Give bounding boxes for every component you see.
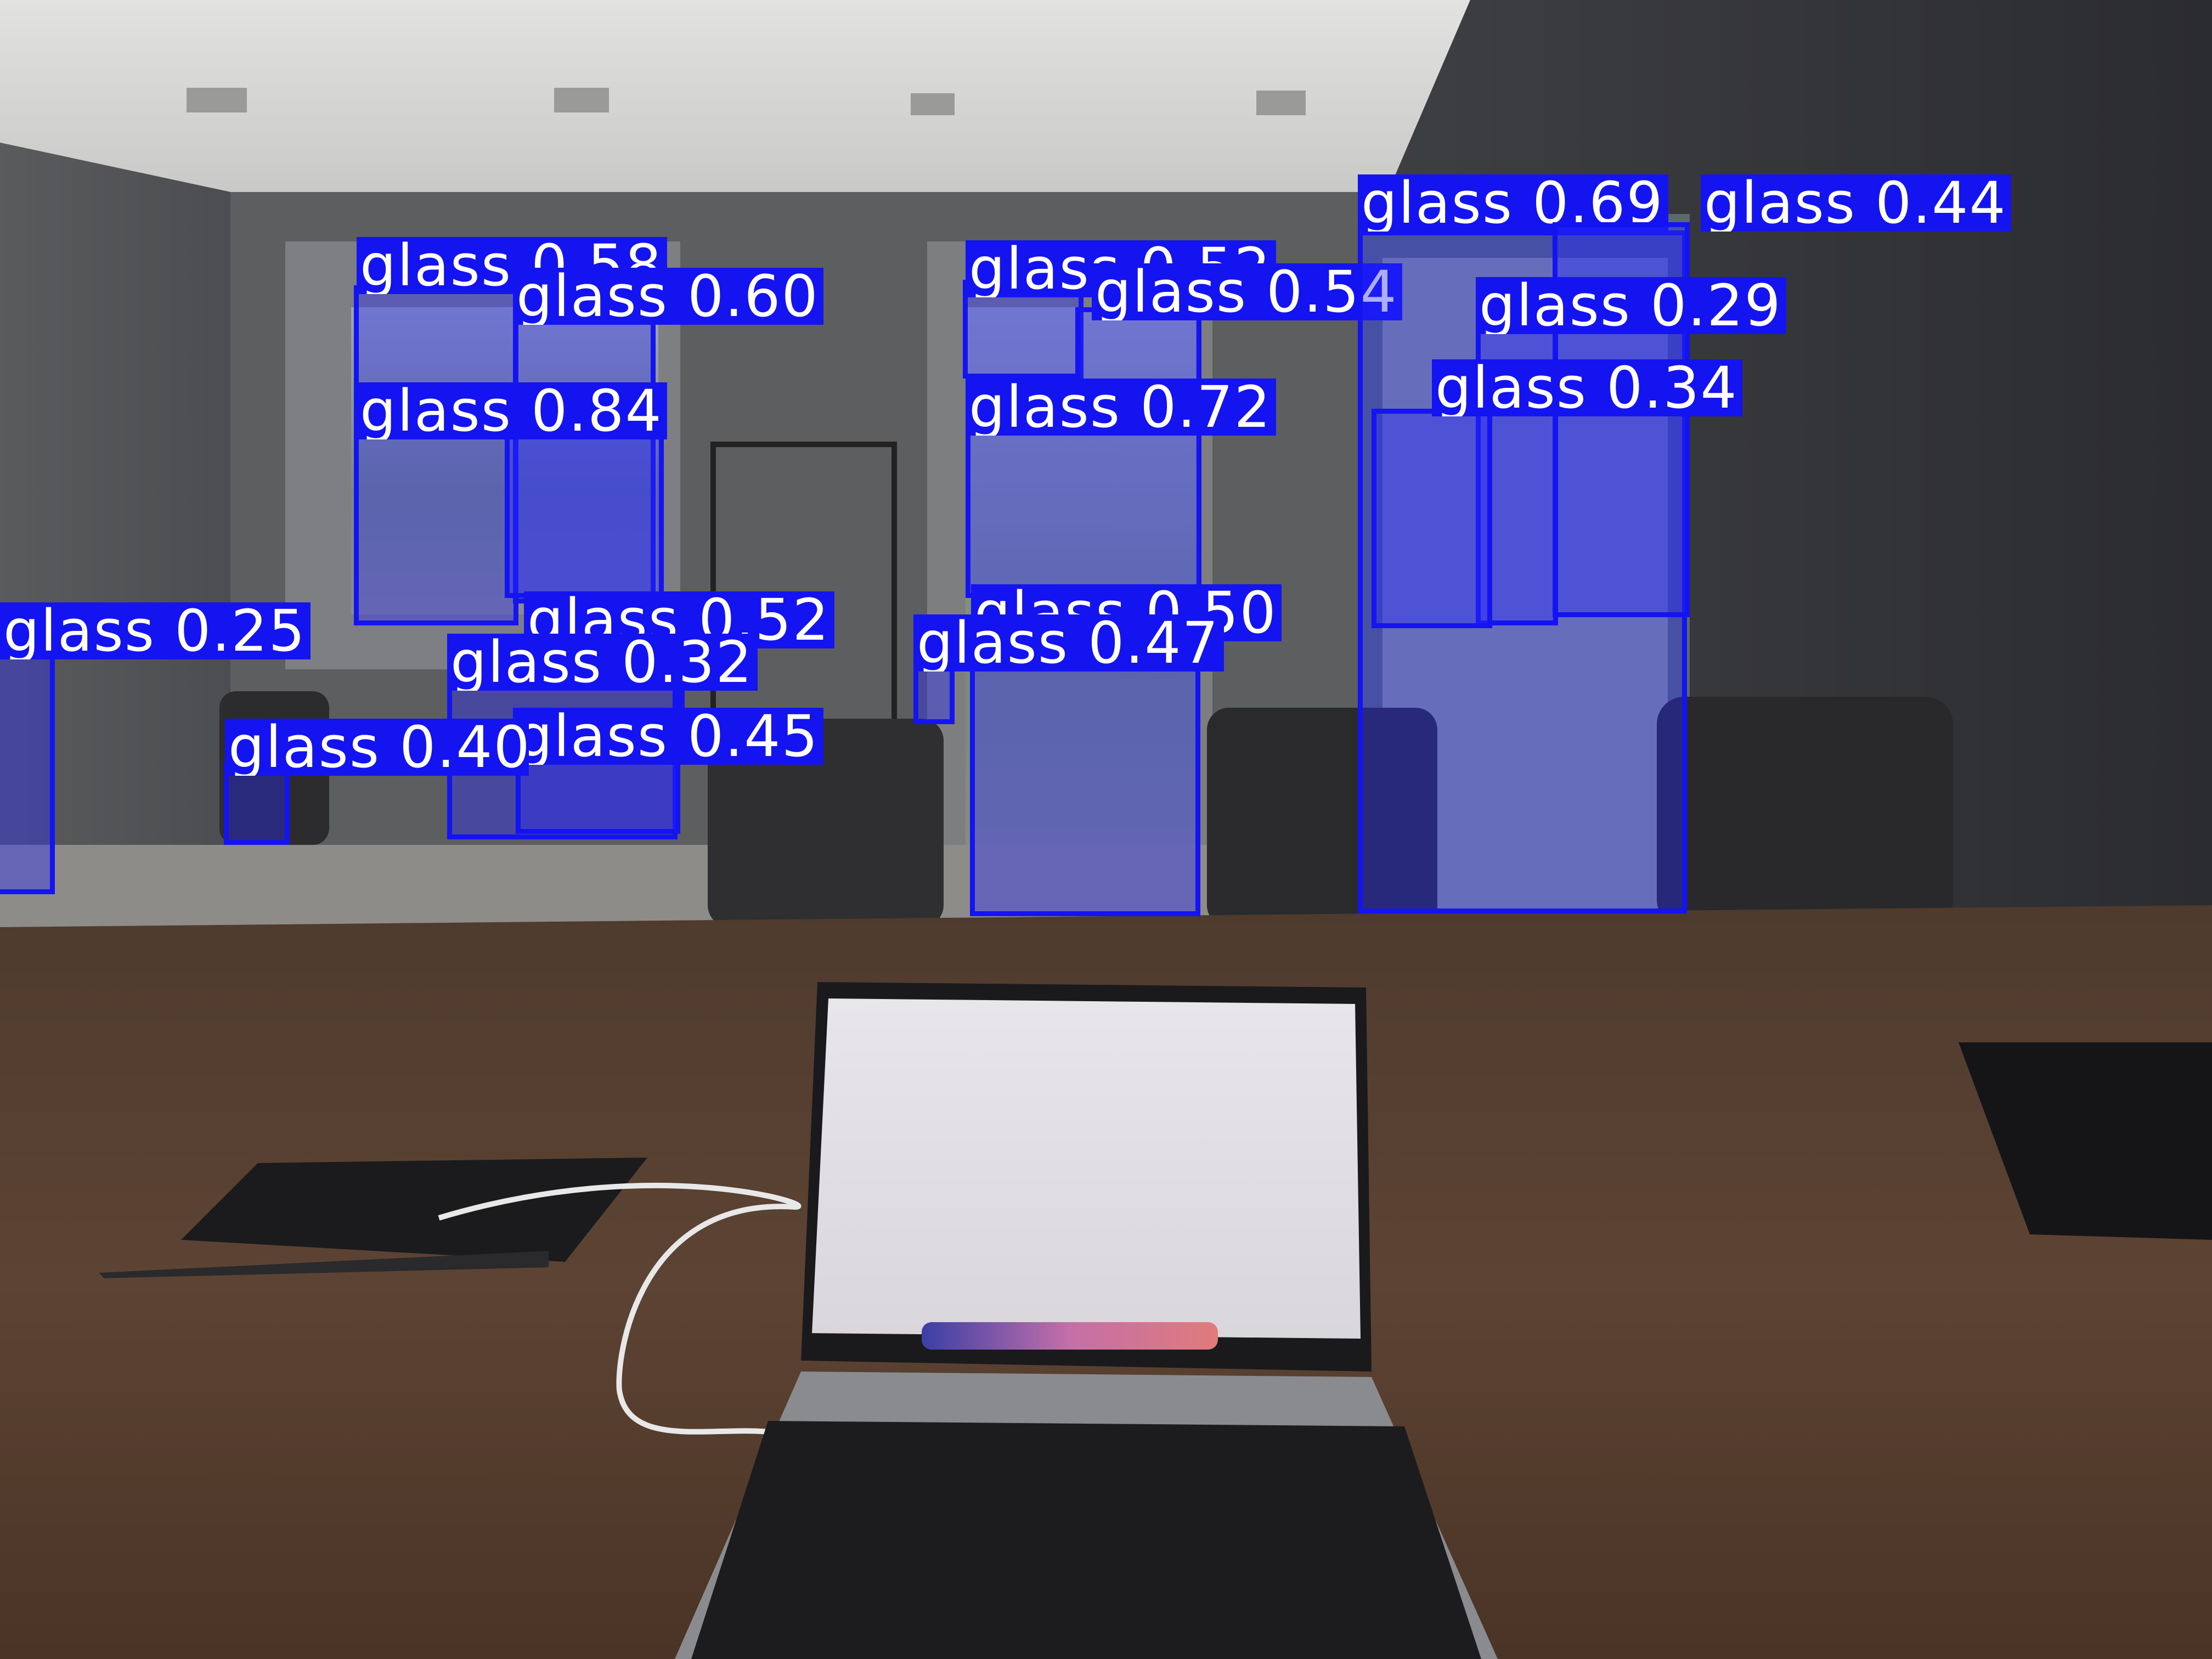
detection-label: glass 0.45 (513, 708, 823, 765)
detection-label: glass 0.60 (513, 268, 823, 325)
detection-box (970, 631, 1200, 916)
detection-box (0, 653, 55, 894)
detection-label: glass 0.84 (357, 382, 667, 439)
detection-label: glass 0.54 (1092, 263, 1402, 320)
detection-label: glass 0.47 (913, 614, 1224, 672)
detection-label: glass 0.72 (966, 379, 1276, 436)
detection-label: glass 0.44 (1701, 174, 2011, 232)
detection-box (505, 422, 664, 598)
detection-label: glass 0.25 (0, 602, 311, 659)
detection-label: glass 0.34 (1432, 359, 1742, 416)
detection-label: glass 0.32 (447, 634, 758, 691)
detection-label: glass 0.29 (1476, 277, 1786, 334)
photo-scene: glass 0.25 glass 0.58 glass 0.60 glass 0… (0, 0, 2212, 1659)
detection-label: glass 0.40 (225, 719, 529, 776)
detection-box (354, 285, 518, 625)
detection-box (966, 417, 1201, 598)
detection-box (1372, 409, 1492, 628)
